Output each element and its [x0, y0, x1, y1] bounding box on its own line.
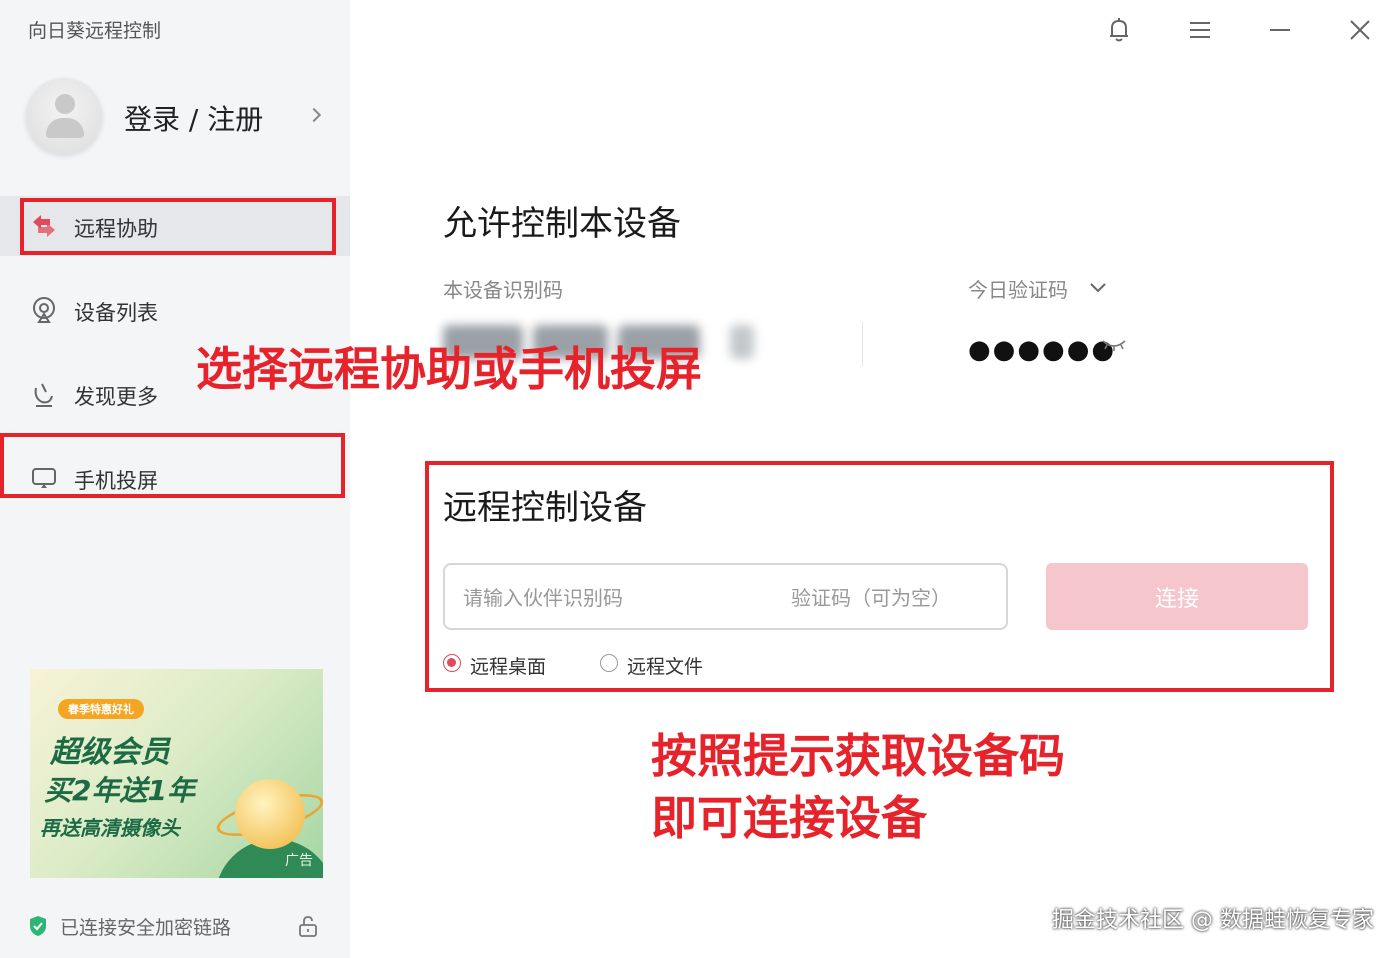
promo-coin-graphic — [235, 779, 305, 849]
sidebar-item-label: 发现更多 — [74, 385, 158, 409]
sidebar-item-screen-cast[interactable]: 手机投屏 — [0, 448, 350, 508]
secure-text: 已连接安全加密链路 — [60, 917, 232, 939]
mode-remote-file[interactable]: 远程文件 — [600, 652, 730, 678]
remote-assist-icon — [33, 215, 55, 237]
sidebar: 向日葵远程控制 登录 / 注册 远程协助 设备列表 发现更多 手机投屏 春季特惠… — [0, 0, 350, 958]
app-title: 向日葵远程控制 — [28, 20, 162, 42]
sidebar-item-label: 设备列表 — [74, 301, 158, 325]
chevron-down-icon[interactable] — [1088, 280, 1108, 296]
screen-cast-icon — [32, 468, 56, 488]
radio-label: 远程文件 — [627, 656, 704, 678]
promo-line-1: 超级会员 — [50, 735, 170, 770]
account-login-register[interactable]: 登录 / 注册 — [26, 78, 336, 156]
annotation-connect-hint-1: 按照提示获取设备码 — [651, 729, 1065, 783]
radio-unselected — [600, 654, 618, 672]
eye-closed-icon[interactable] — [1101, 337, 1127, 353]
device-list-icon — [33, 297, 55, 323]
secure-connection-status: 已连接安全加密链路 — [28, 910, 328, 940]
chevron-right-icon — [306, 107, 322, 123]
allow-control-title: 允许控制本设备 — [443, 204, 681, 244]
ad-label: 广告 — [285, 853, 313, 869]
notification-bell-icon[interactable] — [1101, 12, 1137, 48]
annotation-nav-hint: 选择远程协助或手机投屏 — [196, 342, 702, 396]
verify-code-input[interactable] — [789, 565, 1003, 630]
promo-line-2: 买2年送1年 — [44, 774, 195, 807]
connect-input-group — [443, 563, 1008, 630]
sidebar-item-label: 手机投屏 — [74, 469, 158, 493]
mode-remote-desktop[interactable]: 远程桌面 — [443, 652, 573, 678]
promo-banner[interactable]: 春季特惠好礼 超级会员 买2年送1年 再送高清摄像头 广告 — [30, 669, 323, 878]
promo-line-3: 再送高清摄像头 — [40, 816, 180, 840]
annotation-connect-hint-2: 即可连接设备 — [651, 791, 927, 845]
watermark: 掘金技术社区 @ 数据蛙恢复专家 — [1052, 908, 1374, 933]
sidebar-item-remote-assist[interactable]: 远程协助 — [0, 196, 350, 256]
account-label: 登录 / 注册 — [124, 103, 264, 136]
discover-icon — [34, 383, 53, 407]
remote-control-title: 远程控制设备 — [443, 488, 647, 528]
device-id-label: 本设备识别码 — [443, 278, 563, 302]
sidebar-item-label: 远程协助 — [74, 217, 158, 241]
sidebar-item-device-list[interactable]: 设备列表 — [0, 280, 350, 340]
avatar — [26, 78, 102, 154]
shield-check-icon — [30, 916, 46, 936]
verify-code-label: 今日验证码 — [968, 278, 1068, 302]
connect-button[interactable]: 连接 — [1046, 563, 1308, 630]
partner-id-input[interactable] — [461, 565, 765, 630]
radio-selected — [443, 654, 461, 672]
close-icon[interactable] — [1342, 12, 1378, 48]
radio-label: 远程桌面 — [470, 656, 547, 678]
menu-icon[interactable] — [1182, 12, 1218, 48]
unlock-icon[interactable] — [296, 914, 320, 938]
divider — [862, 322, 863, 366]
minimize-icon[interactable] — [1262, 12, 1298, 48]
verify-code-masked: ●●●●●● — [968, 335, 1117, 365]
promo-tag: 春季特惠好礼 — [58, 699, 144, 719]
